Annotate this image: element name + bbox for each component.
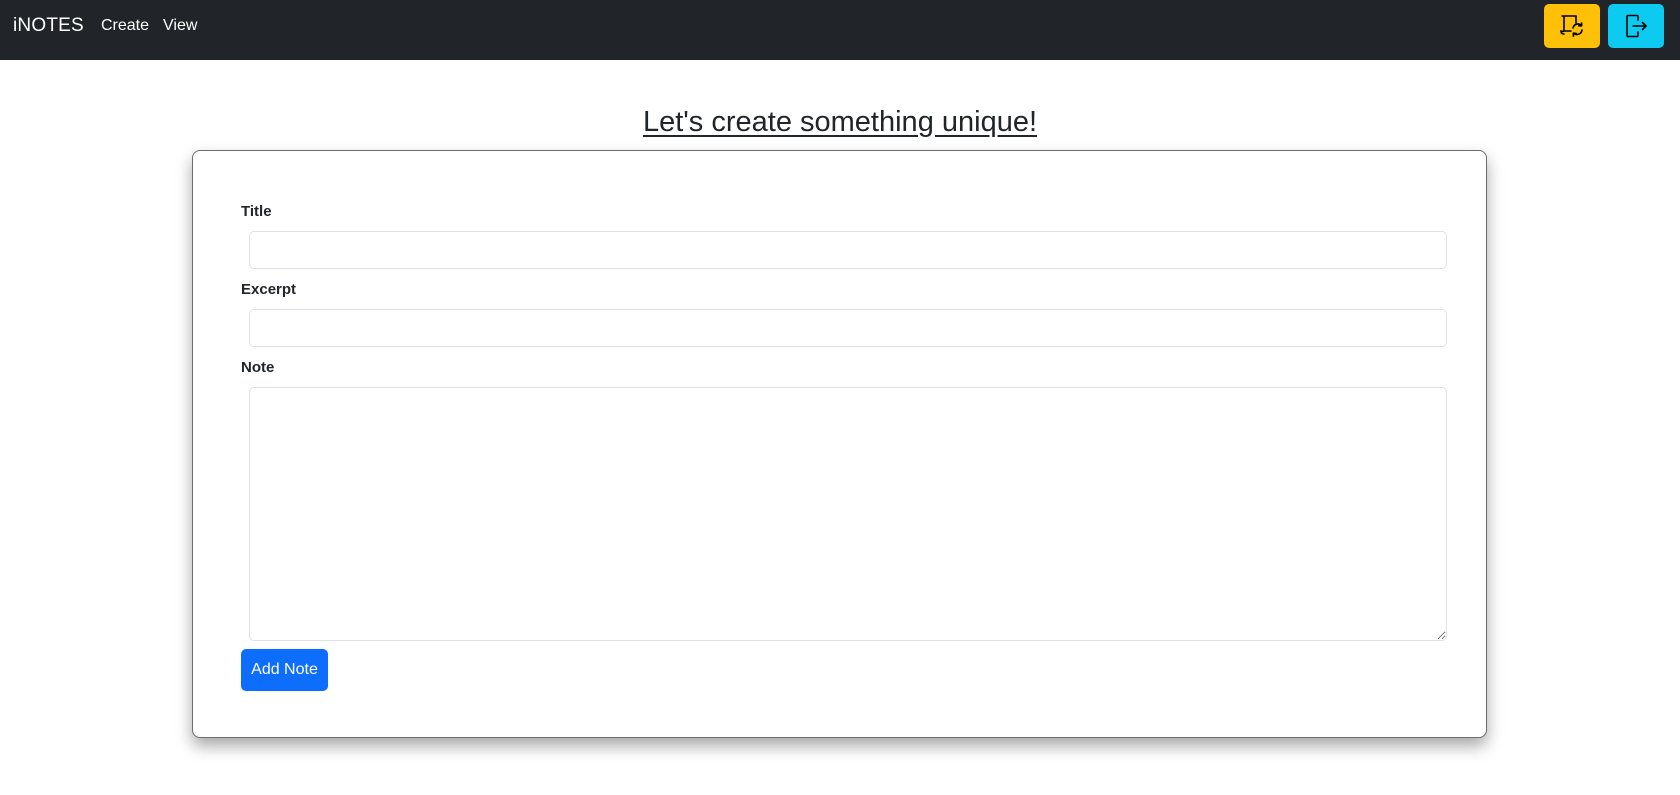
page-heading: Let's create something unique! (642, 106, 1038, 138)
calendar-refresh-icon (1560, 15, 1583, 37)
nav-link-create[interactable]: Create (101, 17, 149, 35)
nav-link-view[interactable]: View (163, 17, 197, 35)
title-label: Title (241, 203, 272, 220)
note-label: Note (241, 359, 275, 376)
add-note-button[interactable]: Add Note (241, 649, 328, 691)
excerpt-input[interactable] (249, 309, 1447, 347)
refresh-notes-button[interactable] (1544, 4, 1600, 48)
excerpt-label: Excerpt (241, 281, 297, 298)
logout-icon (1626, 14, 1647, 38)
note-textarea[interactable] (249, 387, 1447, 641)
create-note-form: Title Excerpt Note Add Note (192, 150, 1487, 738)
title-input[interactable] (249, 231, 1447, 269)
logout-button[interactable] (1608, 4, 1664, 48)
navbar: iNOTES Create View (0, 0, 1680, 60)
brand-logo[interactable]: iNOTES (13, 15, 84, 37)
